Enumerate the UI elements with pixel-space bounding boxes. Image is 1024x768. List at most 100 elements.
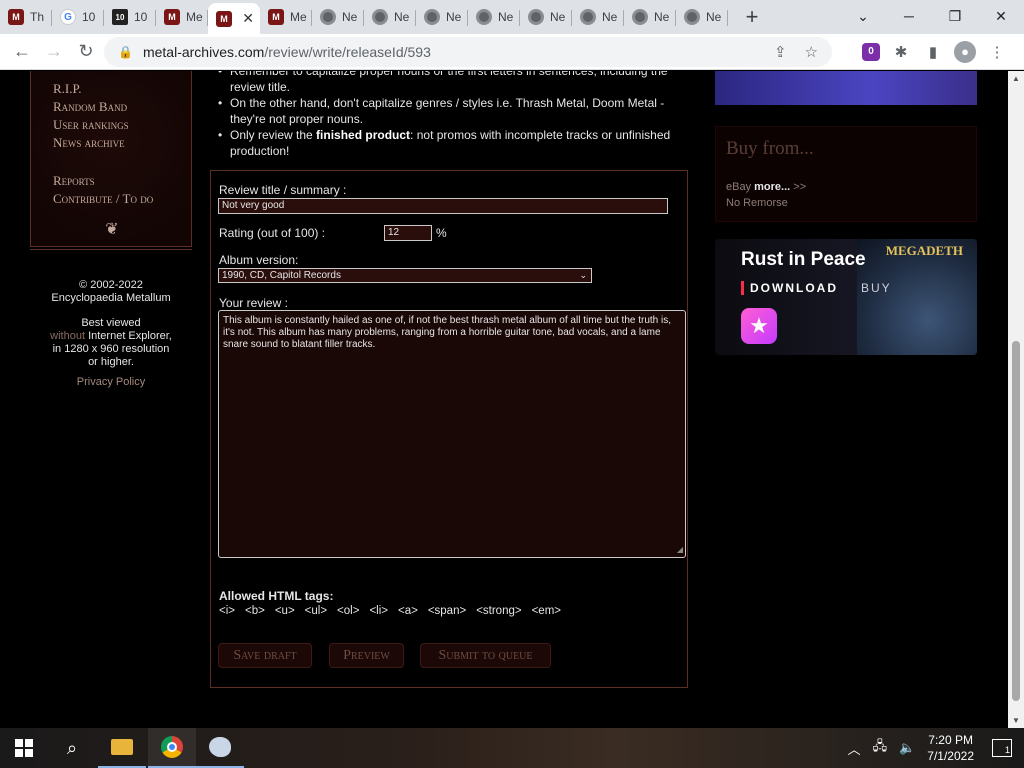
browser-tab[interactable]: Ne <box>624 3 676 31</box>
menu-news-archive[interactable]: News archive <box>53 135 125 151</box>
side-panel-icon[interactable]: ▮ <box>922 41 944 63</box>
windows-logo-icon <box>15 739 33 757</box>
notification-icon[interactable]: 1 <box>992 739 1012 757</box>
close-window-button[interactable]: ✕ <box>978 0 1024 32</box>
allowed-tag: <i> <box>219 605 235 617</box>
album-version-select[interactable]: 1990, CD, Capitol Records ⌄ <box>218 268 592 283</box>
clock[interactable]: 7:20 PM 7/1/2022 <box>927 732 974 764</box>
menu-contribute[interactable]: Contribute / To do <box>53 191 153 207</box>
kebab-menu-icon[interactable]: ⋮ <box>986 41 1008 63</box>
new-tab-button[interactable]: + <box>736 3 768 31</box>
globe-icon <box>476 9 492 25</box>
browser-tab[interactable]: 10 10 <box>104 3 156 31</box>
close-tab-icon[interactable]: ✕ <box>242 10 254 27</box>
itunes-star-icon: ★ <box>741 308 777 344</box>
paint-taskbar-button[interactable] <box>196 728 244 768</box>
tab-label: Me <box>186 10 203 24</box>
menu-user-rankings[interactable]: User rankings <box>53 117 129 133</box>
allowed-tag: <span> <box>427 605 467 617</box>
metal-archives-icon: M <box>216 10 232 27</box>
review-guidelines: Remember to capitalize proper nouns or t… <box>218 71 688 159</box>
tab-label: Ne <box>550 10 566 24</box>
restore-button[interactable]: ❐ <box>932 0 978 32</box>
bookmark-star-icon[interactable]: ☆ <box>805 43 818 61</box>
scroll-up-icon[interactable]: ▲ <box>1012 74 1020 83</box>
ad-download-link[interactable]: DOWNLOAD <box>741 281 838 295</box>
allowed-tags-list: <i> <b> <u> <ul> <ol> <li> <a> <span> <strong> <e… <box>219 605 571 617</box>
ebay-link[interactable]: eBay more... >> <box>726 181 806 193</box>
browser-tab[interactable]: M Me <box>260 3 312 31</box>
search-icon[interactable]: ⌕ <box>48 728 96 768</box>
browser-tab[interactable]: Ne <box>468 3 520 31</box>
globe-icon <box>320 9 336 25</box>
resize-grip-icon[interactable]: ◢ <box>677 544 683 556</box>
menu-random-band[interactable]: Random Band <box>53 99 127 115</box>
best-viewed-note: Best viewed without Internet Explorer, i… <box>50 317 172 368</box>
save-draft-button[interactable]: Save draft <box>218 643 312 668</box>
reload-button[interactable]: ↻ <box>70 36 102 68</box>
file-explorer-button[interactable] <box>98 728 146 768</box>
browser-tab[interactable]: M Me <box>156 3 208 31</box>
windows-taskbar: ⌕ ︿ 🖧 🔈 7:20 PM 7/1/2022 1 <box>0 728 1024 768</box>
scrollbar-thumb[interactable] <box>1012 341 1020 701</box>
submit-to-queue-button[interactable]: Submit to queue <box>420 643 551 668</box>
allowed-tags-label: Allowed HTML tags: <box>219 589 334 603</box>
show-hidden-icons-icon[interactable]: ︿ <box>848 739 861 758</box>
start-button[interactable] <box>0 728 48 768</box>
tab-label: Ne <box>602 10 618 24</box>
browser-tab[interactable]: Ne <box>520 3 572 31</box>
browser-tab[interactable]: G 10 <box>52 3 104 31</box>
address-bar[interactable]: 🔒 metal-archives.com/review/write/releas… <box>104 37 832 67</box>
folder-icon <box>111 739 133 755</box>
review-title-input[interactable]: Not very good <box>218 198 668 214</box>
browser-tab[interactable]: M ✕ <box>208 3 260 34</box>
menu-rip[interactable]: R.I.P. <box>53 81 82 97</box>
toolbar: ← → ↻ 🔒 metal-archives.com/review/write/… <box>0 34 1024 70</box>
ad-buy-link[interactable]: BUY <box>861 281 892 295</box>
copyright: © 2002-2022 Encyclopaedia Metallum <box>51 279 171 304</box>
chevron-down-icon: ⌄ <box>579 270 587 280</box>
browser-tab[interactable]: M Th <box>0 3 52 31</box>
left-menu: R.I.P. Random Band User rankings News ar… <box>30 71 192 250</box>
share-icon[interactable]: ⇪ <box>774 43 787 61</box>
tab-label: Ne <box>446 10 462 24</box>
tab-label: 10 <box>82 10 96 24</box>
globe-icon <box>424 9 440 25</box>
scroll-down-icon[interactable]: ▼ <box>1012 716 1020 725</box>
allowed-tag: <li> <box>369 605 388 617</box>
preview-button[interactable]: Preview <box>329 643 404 668</box>
page-scrollbar[interactable]: ▲ ▼ <box>1008 71 1024 728</box>
back-button[interactable]: ← <box>6 36 38 68</box>
browser-tab[interactable]: Ne <box>572 3 624 31</box>
network-icon[interactable]: 🖧 <box>873 737 888 759</box>
itunes-ad-banner[interactable]: MEGADETH Rust in Peace DOWNLOAD BUY ★ <box>715 239 977 355</box>
volume-icon[interactable]: 🔈 <box>899 740 915 756</box>
allowed-tag: <b> <box>245 605 265 617</box>
puzzle-extensions-icon[interactable]: ✱ <box>890 41 912 63</box>
minimize-button[interactable]: ─ <box>886 0 932 32</box>
rating-input[interactable]: 12 <box>384 225 432 241</box>
google-icon: G <box>60 9 76 25</box>
chrome-taskbar-button[interactable] <box>148 728 196 768</box>
review-textarea[interactable]: This album is constantly hailed as one o… <box>218 310 686 558</box>
chrome-icon <box>161 736 183 758</box>
globe-icon <box>684 9 700 25</box>
profile-avatar-icon[interactable]: ● <box>954 40 976 63</box>
globe-icon <box>528 9 544 25</box>
album-cover-image[interactable] <box>715 71 977 105</box>
ad-album-title: Rust in Peace <box>741 249 866 270</box>
browser-tab[interactable]: Ne <box>364 3 416 31</box>
forward-button[interactable]: → <box>38 36 70 68</box>
no-remorse-link[interactable]: No Remorse <box>726 197 788 209</box>
privacy-policy-link[interactable]: Privacy Policy <box>30 376 192 388</box>
globe-icon <box>632 9 648 25</box>
browser-tab[interactable]: Ne <box>416 3 468 31</box>
extension-icon[interactable]: 0 <box>862 42 880 61</box>
metal-archives-icon: M <box>8 9 24 25</box>
menu-reports[interactable]: Reports <box>53 173 95 189</box>
browser-tab[interactable]: Ne <box>676 3 728 31</box>
browser-tab[interactable]: Ne <box>312 3 364 31</box>
tab-label: Ne <box>498 10 514 24</box>
tab-label: Ne <box>394 10 410 24</box>
tab-search-icon[interactable]: ⌄ <box>840 0 886 32</box>
